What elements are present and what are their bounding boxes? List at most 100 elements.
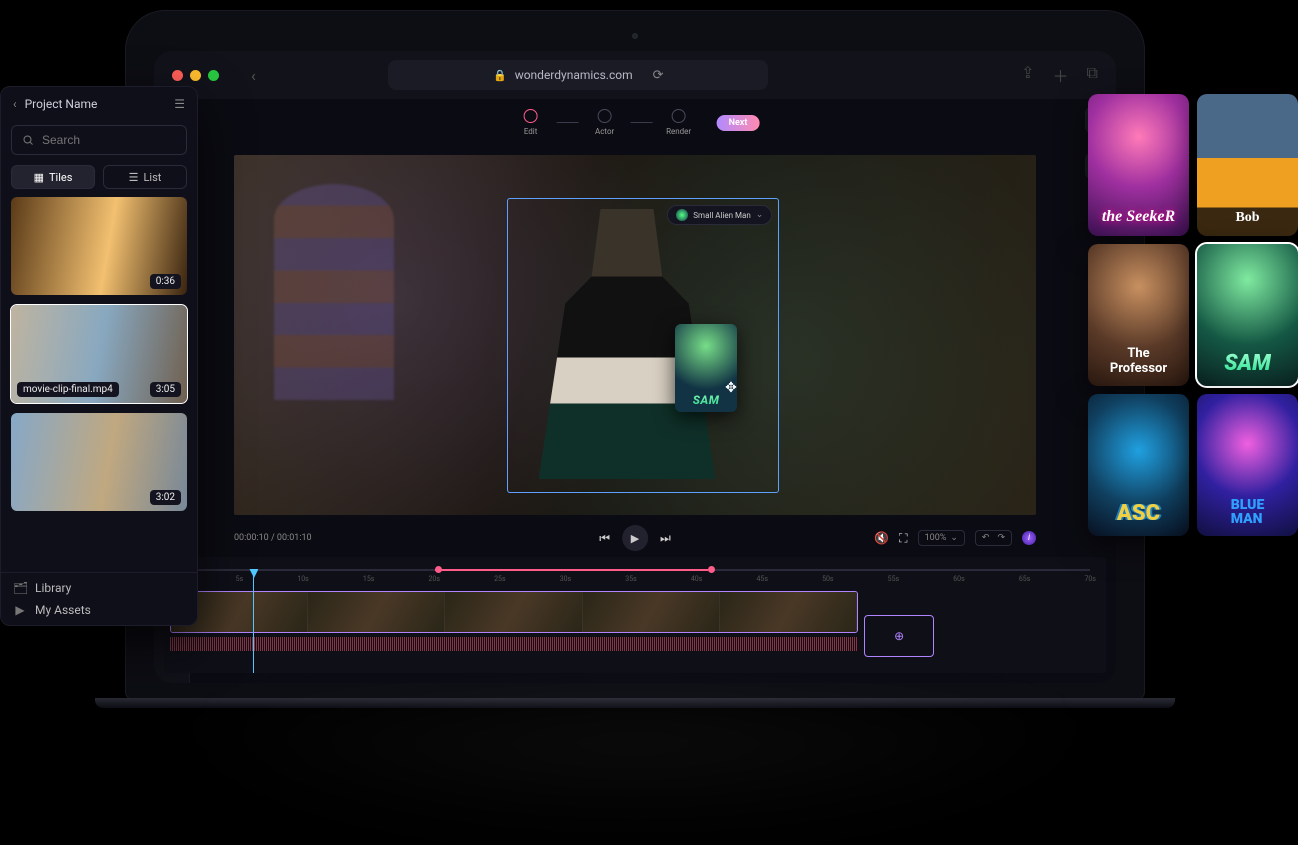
- workflow-steps: Edit Actor Render Next: [511, 109, 760, 136]
- time-ruler: 0s5s10s15s20s25s30s35s40s45s50s55s60s65s…: [170, 575, 1100, 589]
- ruler-tick: 65s: [1019, 575, 1030, 589]
- zoom-dropdown[interactable]: 100% ⌄: [918, 530, 965, 546]
- detection-box[interactable]: Small Alien Man ⌄: [507, 198, 780, 493]
- step-edit-dot[interactable]: [524, 109, 538, 123]
- character-card-asc[interactable]: ASC: [1088, 394, 1189, 536]
- clip-item[interactable]: 0:36: [11, 197, 187, 295]
- ruler-tick: 5s: [236, 575, 244, 589]
- ruler-tick: 25s: [494, 575, 505, 589]
- character-card-seeker[interactable]: the SeekeR: [1088, 94, 1189, 236]
- panel-footer: 🗂 Library ▶ My Assets: [1, 572, 197, 625]
- reload-icon[interactable]: ⟳: [653, 68, 664, 83]
- prev-frame-button[interactable]: ⏮: [599, 531, 610, 546]
- assigned-character-chip[interactable]: Small Alien Man ⌄: [667, 205, 772, 225]
- clip-thumb[interactable]: [583, 592, 720, 632]
- clip-item[interactable]: movie-clip-final.mp4 3:05: [11, 305, 187, 403]
- url-bar[interactable]: 🔒 wonderdynamics.com ⟳: [388, 60, 768, 90]
- url-host: wonderdynamics.com: [515, 68, 633, 82]
- step-edit-label: Edit: [511, 127, 551, 136]
- laptop-reflection: [150, 708, 1120, 838]
- new-tab-icon[interactable]: ＋: [1053, 63, 1069, 87]
- my-assets-link[interactable]: ▶ My Assets: [13, 603, 185, 617]
- next-frame-button[interactable]: ⏭: [660, 531, 671, 546]
- library-link[interactable]: 🗂 Library: [13, 581, 185, 595]
- search-input[interactable]: [11, 125, 187, 155]
- clip-thumb[interactable]: [308, 592, 445, 632]
- laptop-frame: ‹ 🔒 wonderdynamics.com ⟳ ⇪ ＋ ⧉ ▤ ◫ ✦: [125, 10, 1145, 700]
- range-start-handle[interactable]: [435, 566, 442, 573]
- browser-right-icons: ⇪ ＋ ⧉: [1021, 63, 1098, 87]
- ruler-tick: 60s: [953, 575, 964, 589]
- audio-waveform: [170, 637, 1100, 651]
- view-tiles-button[interactable]: ▦ Tiles: [11, 165, 95, 189]
- assigned-character-name: Small Alien Man: [693, 211, 751, 220]
- share-icon[interactable]: ⇪: [1021, 63, 1034, 87]
- panel-menu-icon[interactable]: ☰: [174, 97, 185, 111]
- playhead[interactable]: [253, 571, 254, 673]
- laptop-base: [95, 698, 1175, 708]
- range-bar[interactable]: [180, 567, 1090, 573]
- clip-track[interactable]: [170, 591, 858, 633]
- view-list-button[interactable]: ☰ List: [103, 165, 187, 189]
- tiles-icon: ▦: [34, 171, 44, 184]
- ruler-tick: 50s: [822, 575, 833, 589]
- ruler-tick: 35s: [625, 575, 636, 589]
- minimize-icon[interactable]: [190, 70, 201, 81]
- view-toggle: ▦ Tiles ☰ List: [11, 165, 187, 189]
- search-field[interactable]: [42, 133, 197, 147]
- undo-button[interactable]: ↶: [982, 533, 990, 543]
- redo-button[interactable]: ↷: [997, 533, 1005, 543]
- transport-controls: ⏮ ▶ ⏭: [599, 525, 671, 551]
- window-traffic-lights[interactable]: [172, 70, 219, 81]
- step-actor-label: Actor: [585, 127, 625, 136]
- clip-thumb[interactable]: [445, 592, 582, 632]
- character-card-blueman[interactable]: BLUE MAN: [1197, 394, 1298, 536]
- step-actor-dot[interactable]: [598, 109, 612, 123]
- assets-icon: ▶: [13, 603, 27, 617]
- project-title: Project Name: [25, 97, 98, 111]
- close-icon[interactable]: [172, 70, 183, 81]
- video-frame: Small Alien Man ⌄ SAM ✥: [234, 155, 1036, 515]
- info-icon[interactable]: i: [1022, 531, 1036, 545]
- range-end-handle[interactable]: [708, 566, 715, 573]
- character-card-sam[interactable]: SAM: [1197, 244, 1298, 386]
- next-button[interactable]: Next: [717, 115, 760, 131]
- character-grid: the SeekeR Bob The Professor SAM ASC BLU…: [1088, 94, 1298, 536]
- clip-item[interactable]: 3:02: [11, 413, 187, 511]
- browser-window: ‹ 🔒 wonderdynamics.com ⟳ ⇪ ＋ ⧉ ▤ ◫ ✦: [154, 51, 1116, 683]
- undo-redo: ↶ ↷: [975, 530, 1012, 546]
- dragged-character-label: SAM: [693, 393, 720, 407]
- fullscreen-icon[interactable]: ⛶: [899, 531, 907, 546]
- app-viewport: ▤ ◫ ✦ Edit: [154, 99, 1116, 683]
- list-icon: ☰: [129, 171, 139, 184]
- dragged-character-card[interactable]: SAM: [675, 324, 737, 412]
- ruler-tick: 55s: [888, 575, 899, 589]
- player-controls: 00:00:10 / 00:01:10 ⏮ ▶ ⏭ 🔇 ⛶ 100% ⌄ ↶: [234, 523, 1036, 553]
- ruler-tick: 20s: [429, 575, 440, 589]
- timecode: 00:00:10 / 00:01:10: [234, 533, 312, 543]
- project-panel: ‹ Project Name ☰ ▦ Tiles ☰ List 0:36 mov…: [0, 86, 198, 626]
- clip-filename: movie-clip-final.mp4: [17, 382, 119, 397]
- tabs-icon[interactable]: ⧉: [1087, 63, 1098, 87]
- maximize-icon[interactable]: [208, 70, 219, 81]
- character-avatar-icon: [676, 209, 688, 221]
- browser-back-button[interactable]: ‹: [251, 66, 256, 85]
- timeline[interactable]: 0s5s10s15s20s25s30s35s40s45s50s55s60s65s…: [164, 557, 1106, 673]
- character-card-bob[interactable]: Bob: [1197, 94, 1298, 236]
- cursor-icon: ✥: [725, 380, 737, 396]
- ruler-tick: 15s: [363, 575, 374, 589]
- character-card-professor[interactable]: The Professor: [1088, 244, 1189, 386]
- video-viewer[interactable]: Small Alien Man ⌄ SAM ✥: [234, 155, 1036, 515]
- panel-back-button[interactable]: ‹: [13, 97, 17, 111]
- mute-icon[interactable]: 🔇: [874, 531, 889, 545]
- clip-duration: 0:36: [150, 274, 181, 289]
- webcam-notch: [632, 33, 638, 39]
- step-render-dot[interactable]: [672, 109, 686, 123]
- clip-thumb[interactable]: [720, 592, 857, 632]
- clip-duration: 3:02: [150, 490, 181, 505]
- ruler-tick: 40s: [691, 575, 702, 589]
- clip-list: 0:36 movie-clip-final.mp4 3:05 3:02: [1, 197, 197, 572]
- play-button[interactable]: ▶: [622, 525, 648, 551]
- chevron-down-icon: ⌄: [756, 210, 764, 220]
- library-icon: 🗂: [13, 581, 27, 595]
